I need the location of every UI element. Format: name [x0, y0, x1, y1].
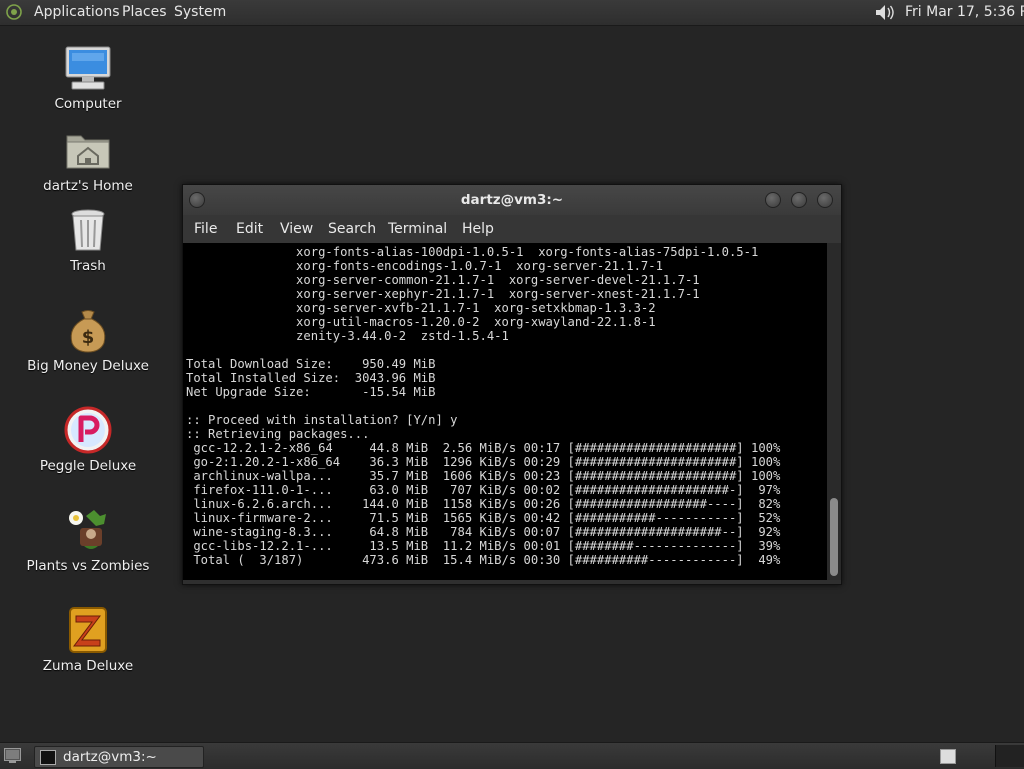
menu-view[interactable]: View — [280, 215, 313, 243]
terminal-icon — [40, 750, 56, 765]
distro-logo-icon[interactable] — [6, 4, 22, 20]
terminal-line: Total Download Size: 950.49 MiB — [186, 357, 436, 371]
desktop-icon-trash[interactable]: Trash — [18, 206, 158, 274]
clock[interactable]: Fri Mar 17, 5:36 PM — [905, 0, 1024, 25]
menu-edit[interactable]: Edit — [236, 215, 263, 243]
terminal-line: xorg-util-macros-1.20.0-2 xorg-xwayland-… — [186, 315, 656, 329]
terminal-line: xorg-server-common-21.1.7-1 xorg-server-… — [186, 273, 700, 287]
desktop-icon-zuma[interactable]: Zuma Deluxe — [18, 606, 158, 674]
svg-text:$: $ — [82, 327, 95, 348]
terminal-line: xorg-server-xephyr-21.1.7-1 xorg-server-… — [186, 287, 700, 301]
scrollbar-thumb[interactable] — [830, 498, 838, 576]
volume-icon[interactable] — [873, 3, 895, 22]
menu-help[interactable]: Help — [462, 215, 494, 243]
desktop-icon-label: Trash — [70, 258, 106, 274]
desktop-icon-label: dartz's Home — [43, 178, 133, 194]
terminal-line: go-2:1.20.2-1-x86_64 36.3 MiB 1296 KiB/s… — [186, 455, 781, 469]
desktop-icon-label: Big Money Deluxe — [27, 358, 149, 374]
system-menu[interactable]: System — [174, 0, 226, 25]
zuma-icon — [64, 606, 112, 654]
window-title: dartz@vm3:~ — [460, 192, 564, 208]
desktop-icon-plants-vs-zombies[interactable]: Plants vs Zombies — [18, 506, 158, 574]
terminal-line: firefox-111.0-1-... 63.0 MiB 707 KiB/s 0… — [186, 483, 781, 497]
desktop-icon-label: Zuma Deluxe — [42, 658, 134, 674]
terminal-scrollbar[interactable] — [827, 243, 841, 580]
terminal-line: :: Proceed with installation? [Y/n] y — [186, 413, 458, 427]
terminal-line: xorg-fonts-alias-100dpi-1.0.5-1 xorg-fon… — [186, 245, 759, 259]
top-panel: Applications Places System Fri Mar 17, 5… — [0, 0, 1024, 26]
terminal-line: zenity-3.44.0-2 zstd-1.5.4-1 — [186, 329, 509, 343]
workspace-switcher[interactable] — [940, 749, 956, 764]
money-bag-icon: $ — [64, 306, 112, 354]
desktop-icon-computer[interactable]: Computer — [18, 44, 158, 112]
minimize-button[interactable] — [765, 192, 781, 208]
window-titlebar[interactable]: dartz@vm3:~ — [183, 185, 841, 215]
terminal-line: xorg-fonts-encodings-1.0.7-1 xorg-server… — [186, 259, 663, 273]
trash-icon — [64, 206, 112, 254]
terminal-line: linux-firmware-2... 71.5 MiB 1565 KiB/s … — [186, 511, 781, 525]
terminal-line: linux-6.2.6.arch... 144.0 MiB 1158 KiB/s… — [186, 497, 781, 511]
places-menu[interactable]: Places — [122, 0, 167, 25]
terminal-line: archlinux-wallpa... 35.7 MiB 1606 KiB/s … — [186, 469, 781, 483]
desktop-icon-label: Peggle Deluxe — [39, 458, 137, 474]
maximize-button[interactable] — [791, 192, 807, 208]
terminal-line: Net Upgrade Size: -15.54 MiB — [186, 385, 436, 399]
terminal-line: wine-staging-8.3... 64.8 MiB 784 KiB/s 0… — [186, 525, 781, 539]
desktop-icon-label: Plants vs Zombies — [26, 558, 150, 574]
terminal-line: gcc-12.2.1-2-x86_64 44.8 MiB 2.56 MiB/s … — [186, 441, 781, 455]
terminal-line: :: Retrieving packages... — [186, 427, 370, 441]
taskbar-window-label: dartz@vm3:~ — [63, 749, 157, 765]
computer-icon — [64, 44, 112, 92]
menu-search[interactable]: Search — [328, 215, 376, 243]
taskbar-window-button[interactable]: dartz@vm3:~ — [34, 746, 204, 768]
desktop-icon-home[interactable]: dartz's Home — [18, 126, 158, 194]
terminal-line: xorg-server-xvfb-21.1.7-1 xorg-setxkbmap… — [186, 301, 656, 315]
terminal-window[interactable]: dartz@vm3:~ File Edit View Search Termin… — [182, 184, 842, 585]
terminal-text: xorg-fonts-alias-100dpi-1.0.5-1 xorg-fon… — [183, 243, 827, 567]
applications-menu[interactable]: Applications — [34, 0, 120, 25]
home-folder-icon — [64, 126, 112, 174]
desktop-icon-big-money[interactable]: $ Big Money Deluxe — [18, 306, 158, 374]
show-desktop-icon[interactable] — [4, 748, 21, 763]
plants-vs-zombies-icon — [64, 506, 112, 554]
bottom-panel: dartz@vm3:~ — [0, 742, 1024, 769]
menu-file[interactable]: File — [194, 215, 217, 243]
terminal-output[interactable]: xorg-fonts-alias-100dpi-1.0.5-1 xorg-fon… — [183, 243, 827, 580]
menu-terminal[interactable]: Terminal — [388, 215, 447, 243]
close-button[interactable] — [817, 192, 833, 208]
peggle-icon — [64, 406, 112, 454]
desktop-icon-label: Computer — [54, 96, 122, 112]
terminal-line: Total Installed Size: 3043.96 MiB — [186, 371, 436, 385]
terminal-menubar: File Edit View Search Terminal Help — [183, 215, 841, 243]
workspace-area[interactable] — [995, 745, 1024, 767]
terminal-line: Total ( 3/187) 473.6 MiB 15.4 MiB/s 00:3… — [186, 553, 781, 567]
terminal-line: gcc-libs-12.2.1-... 13.5 MiB 11.2 MiB/s … — [186, 539, 781, 553]
desktop-icon-peggle[interactable]: Peggle Deluxe — [18, 406, 158, 474]
